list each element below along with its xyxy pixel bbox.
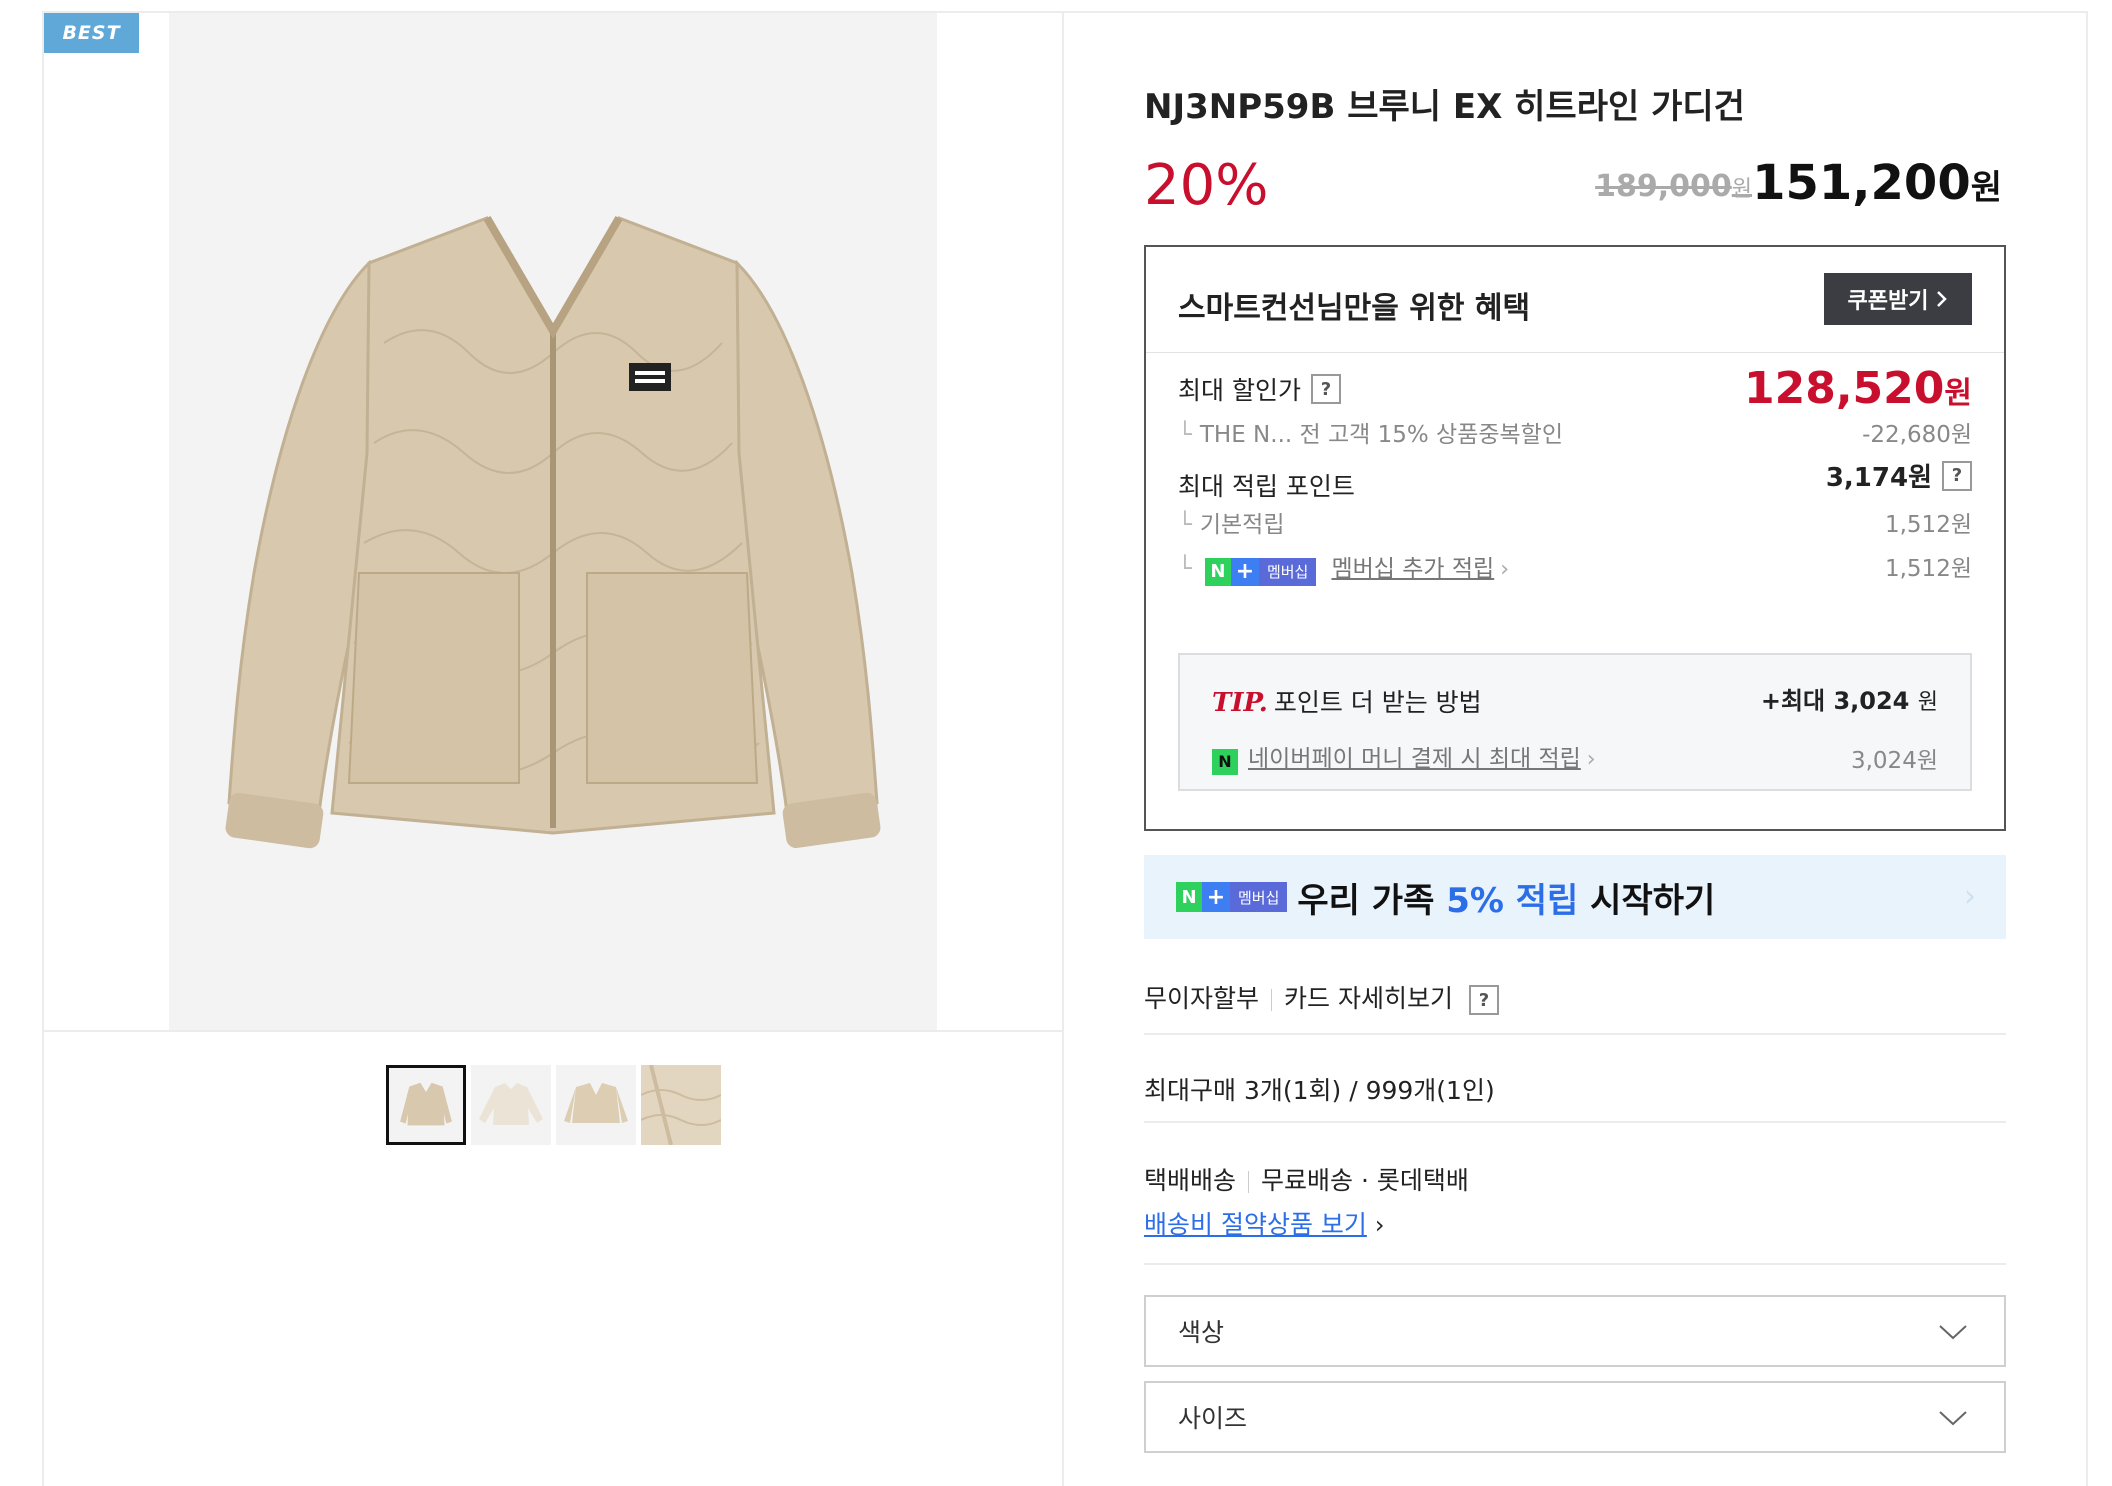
shipping-saving-link[interactable]: 배송비 절약상품 보기 <box>1144 1210 1367 1239</box>
jacket-open-thumbnail <box>564 1083 628 1123</box>
help-icon[interactable]: ? <box>1310 374 1341 404</box>
max-price-row: 최대 할인가? 128,520원 <box>1178 363 1972 414</box>
coupon-button[interactable]: 쿠폰받기 <box>1824 273 1972 325</box>
purchase-limit: 최대구매 3개(1회) / 999개(1인) <box>1144 1076 1495 1105</box>
points-value: 3,174원 <box>1825 463 1932 493</box>
membership-banner[interactable]: N + 멤버십 우리 가족 5% 적립 시작하기 › <box>1144 855 2006 939</box>
best-badge: BEST <box>44 13 139 53</box>
help-icon[interactable]: ? <box>1468 985 1499 1015</box>
gallery-divider <box>44 1030 1064 1032</box>
main-product-image[interactable] <box>169 13 937 1031</box>
size-select[interactable]: 사이즈 <box>1144 1381 2006 1453</box>
membership-badge-label: 멤버십 <box>1230 882 1288 912</box>
basic-points-row: └ 기본적립 1,512원 <box>1178 505 1972 539</box>
color-select-label: 색상 <box>1178 1318 1225 1347</box>
tip-max-value: +최대 3,024 <box>1760 687 1910 715</box>
original-price-value: 189,000 <box>1595 169 1732 204</box>
naver-pay-link[interactable]: 네이버페이 머니 결제 시 최대 적립 <box>1248 746 1581 772</box>
divider <box>1144 1263 2006 1265</box>
color-select[interactable]: 색상 <box>1144 1295 2006 1367</box>
naver-n-icon: N <box>1176 882 1202 912</box>
points-label: 최대 적립 포인트 <box>1178 472 1355 501</box>
tip-box: TIP. 포인트 더 받는 방법 +최대 3,024 원 N 네이버페이 머니 결제… <box>1178 653 1972 791</box>
shipping-link-row: 배송비 절약상품 보기 › <box>1144 1205 2006 1241</box>
coupon-button-label: 쿠폰받기 <box>1847 289 1929 314</box>
banner-text-after: 시작하기 <box>1578 880 1716 921</box>
max-price-detail: THE N... 전 고객 15% 상품중복할인 <box>1199 422 1563 448</box>
plus-icon: + <box>1230 557 1259 586</box>
max-price: 128,520원 <box>1744 363 1972 414</box>
max-price-detail-row: └ THE N... 전 고객 15% 상품중복할인 -22,680원 <box>1178 415 1972 449</box>
discount-rate: 20% <box>1144 153 1269 218</box>
naver-pay-icon: N <box>1212 748 1238 775</box>
chevron-right-icon: › <box>1964 879 1976 914</box>
jacket-image <box>225 215 881 849</box>
sweater-thumbnail <box>479 1083 543 1125</box>
shipping-detail: 무료배송 · 롯데택배 <box>1261 1166 1469 1195</box>
membership-points-value: 1,512원 <box>1884 556 1972 582</box>
basic-points-label: 기본적립 <box>1199 512 1285 538</box>
membership-points-row: └ N + 멤버십 멤버십 추가 적립 › 1,512원 <box>1178 549 1972 586</box>
tip-max-unit: 원 <box>1917 690 1938 715</box>
sale-price-value: 151,200 <box>1752 155 1971 211</box>
benefit-title: 스마트컨선님만을 위한 혜택 <box>1178 291 1531 326</box>
product-gallery: BEST <box>44 13 1064 1486</box>
original-price: 189,000원 <box>1595 169 1752 204</box>
fabric-detail-thumbnail <box>640 1064 722 1146</box>
divider <box>1144 1033 2006 1035</box>
benefit-box: 스마트컨선님만을 위한 혜택 쿠폰받기 최대 할인가? 128,520원 └ TH… <box>1144 245 2006 831</box>
shipping-type: 택배배송 <box>1144 1166 1237 1195</box>
help-icon[interactable]: ? <box>1942 460 1972 491</box>
max-price-label: 최대 할인가 <box>1178 376 1301 405</box>
max-price-discount: -22,680원 <box>1862 422 1972 448</box>
chevron-down-icon <box>1939 1411 1967 1426</box>
tip-label: TIP. <box>1212 688 1268 718</box>
banner-text-before: 우리 가족 <box>1297 880 1447 921</box>
thumbnail-4[interactable] <box>640 1064 722 1146</box>
sale-price-unit: 원 <box>1970 168 2002 208</box>
tip-title: 포인트 더 받는 방법 <box>1273 688 1482 717</box>
payment-row: 무이자할부 카드 자세히보기 ? <box>1144 979 2006 1015</box>
membership-points-link[interactable]: 멤버십 추가 적립 <box>1331 556 1494 582</box>
banner-highlight: 5% 적립 <box>1446 880 1579 921</box>
thumbnail-2[interactable] <box>471 1065 551 1145</box>
benefit-header: 스마트컨선님만을 위한 혜택 쿠폰받기 <box>1146 247 2004 353</box>
thumbnail-3[interactable] <box>556 1065 636 1145</box>
naver-n-icon: N <box>1204 557 1231 586</box>
points-row: 최대 적립 포인트 3,174원? <box>1178 457 1972 503</box>
installment-label: 무이자할부 <box>1144 984 1260 1013</box>
thumbnail-list <box>386 1064 722 1146</box>
chevron-down-icon <box>1939 1325 1967 1340</box>
chevron-right-icon <box>1937 291 1948 307</box>
basic-points-value: 1,512원 <box>1884 512 1972 538</box>
shipping-row: 택배배송 무료배송 · 롯데택배 <box>1144 1161 2006 1197</box>
size-select-label: 사이즈 <box>1178 1404 1248 1433</box>
max-price-unit: 원 <box>1944 376 1972 411</box>
naver-membership-badge: N + 멤버십 <box>1204 557 1317 586</box>
chevron-right-icon: › <box>1500 557 1510 582</box>
chevron-right-icon: › <box>1586 747 1596 772</box>
max-price-value: 128,520 <box>1743 363 1945 414</box>
thumbnail-1[interactable] <box>386 1065 466 1145</box>
membership-badge-label: 멤버십 <box>1258 557 1317 586</box>
sale-price: 151,200원 <box>1752 155 2002 211</box>
naver-membership-badge: N + 멤버십 <box>1176 882 1288 912</box>
original-price-unit: 원 <box>1731 177 1752 202</box>
naver-pay-value: 3,024원 <box>1850 748 1938 774</box>
membership-banner-text: 우리 가족 5% 적립 시작하기 <box>1297 873 1715 922</box>
product-title: NJ3NP59B 브루니 EX 히트라인 가디건 <box>1144 87 1745 127</box>
chevron-right-icon: › <box>1374 1211 1385 1239</box>
divider <box>1144 1121 2006 1123</box>
jacket-thumbnail <box>400 1082 452 1126</box>
plus-icon: + <box>1202 882 1230 912</box>
card-detail-link[interactable]: 카드 자세히보기 <box>1284 984 1453 1013</box>
